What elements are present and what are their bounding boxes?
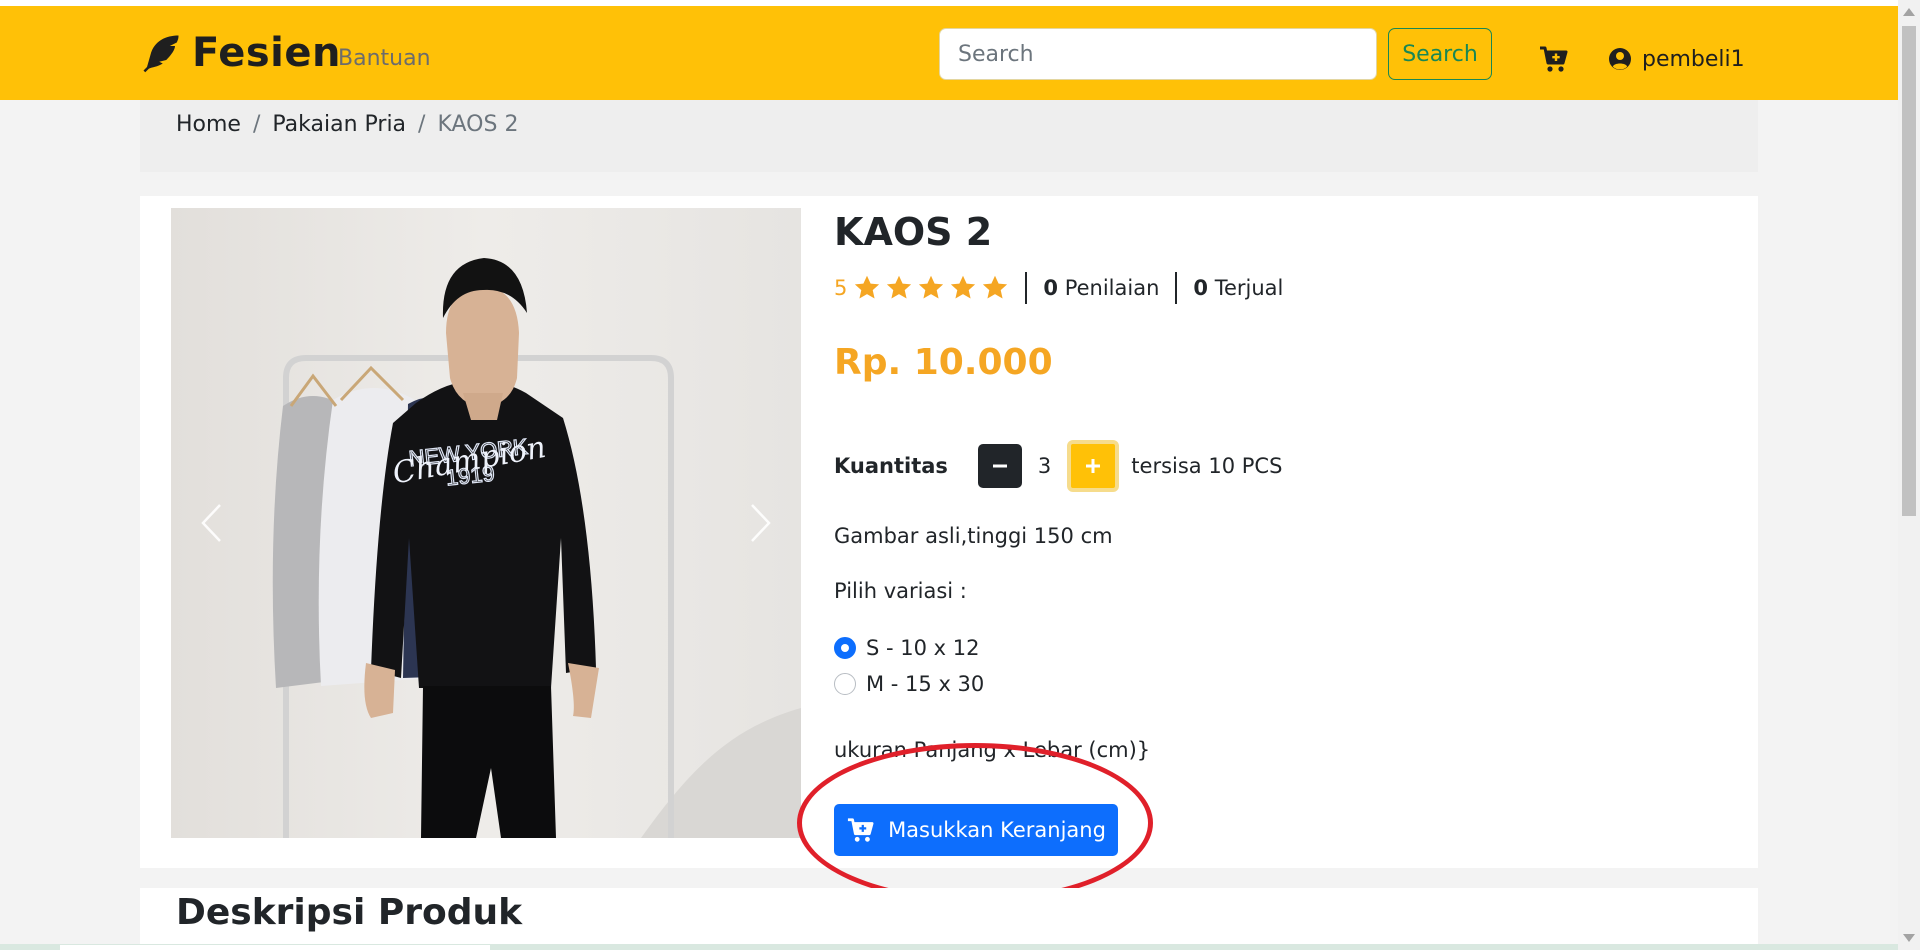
breadcrumb-separator: / <box>418 112 426 137</box>
product-card: NEW YORK 1919 Champion KAOS 2 5 0 Penila… <box>140 196 1758 868</box>
divider <box>1025 272 1028 304</box>
breadcrumb-category[interactable]: Pakaian Pria <box>272 112 406 137</box>
breadcrumb: Home / Pakaian Pria / KAOS 2 <box>176 112 518 137</box>
search-button[interactable]: Search <box>1388 28 1492 80</box>
navbar: Fesien Bantuan Search pembeli1 <box>0 6 1898 100</box>
star-icon <box>983 275 1008 299</box>
user-menu[interactable]: pembeli1 <box>1608 42 1745 76</box>
variant-option-m[interactable]: M - 15 x 30 <box>834 666 984 702</box>
scrollbar-thumb[interactable] <box>1902 26 1916 516</box>
help-link[interactable]: Bantuan <box>338 46 431 71</box>
variant-label: Pilih variasi : <box>834 579 967 603</box>
reviews-label: Penilaian <box>1064 276 1160 300</box>
breadcrumb-separator: / <box>252 112 261 137</box>
star-icon <box>951 275 976 299</box>
description-card: Deskripsi Produk <box>140 888 1758 950</box>
quantity-increase-button[interactable] <box>1067 440 1120 492</box>
breadcrumb-current: KAOS 2 <box>437 112 519 137</box>
variant-label-m: M - 15 x 30 <box>866 672 985 696</box>
chevron-right-icon <box>751 504 771 542</box>
rating-value: 5 <box>834 276 848 300</box>
product-image-carousel: NEW YORK 1919 Champion <box>171 208 801 838</box>
star-icon <box>919 275 944 299</box>
cart-plus-icon <box>847 818 874 842</box>
star-icon <box>887 275 912 299</box>
quantity-stepper: Kuantitas 3 tersisa 10 PCS <box>834 440 1282 492</box>
bottom-edge-segment <box>60 945 490 950</box>
product-info: KAOS 2 5 0 Penilaian 0 Terjual Rp. 10.00… <box>834 196 1734 868</box>
breadcrumb-home[interactable]: Home <box>176 112 241 137</box>
carousel-prev-button[interactable] <box>191 493 231 553</box>
stock-remaining: tersisa 10 PCS <box>1131 454 1283 478</box>
rating-row: 5 0 Penilaian 0 Terjual <box>834 268 1283 308</box>
quantity-value: 3 <box>1037 454 1052 478</box>
short-description: Gambar asli,tinggi 150 cm <box>834 524 1113 548</box>
sold-label: Terjual <box>1214 276 1284 300</box>
product-photo: NEW YORK 1919 Champion <box>171 208 801 838</box>
star-icon <box>855 275 880 299</box>
variant-radio-m[interactable] <box>834 673 856 695</box>
size-note: ukuran Panjang x Lebar (cm)} <box>834 738 1151 762</box>
reviews-number: 0 <box>1043 276 1058 300</box>
chevron-left-icon <box>201 504 221 542</box>
variant-options: S - 10 x 12 M - 15 x 30 <box>834 630 984 702</box>
product-price: Rp. 10.000 <box>834 342 1053 383</box>
add-to-cart-label: Masukkan Keranjang <box>888 818 1106 842</box>
scroll-up-arrow[interactable] <box>1903 8 1915 16</box>
minus-icon <box>992 464 1007 468</box>
product-title: KAOS 2 <box>834 210 993 254</box>
add-to-cart-button[interactable]: Masukkan Keranjang <box>834 804 1118 856</box>
brand-link[interactable]: Fesien <box>140 28 341 78</box>
brand-name: Fesien <box>192 30 341 76</box>
divider <box>1175 272 1178 304</box>
username: pembeli1 <box>1642 46 1745 72</box>
description-title: Deskripsi Produk <box>176 892 523 933</box>
variant-option-s[interactable]: S - 10 x 12 <box>834 630 984 666</box>
variant-radio-s[interactable] <box>834 637 856 659</box>
cart-link[interactable] <box>1538 44 1568 74</box>
variant-label-s: S - 10 x 12 <box>866 636 980 660</box>
plus-icon <box>1086 459 1101 473</box>
user-circle-icon <box>1609 48 1631 70</box>
sold-number: 0 <box>1193 276 1209 300</box>
sold-count: 0 Terjual <box>1193 276 1283 300</box>
breadcrumb-container: Home / Pakaian Pria / KAOS 2 <box>140 100 1758 172</box>
star-rating <box>853 274 1009 302</box>
cart-plus-icon <box>1540 46 1568 72</box>
quantity-decrease-button[interactable] <box>977 444 1022 488</box>
reviews-count: 0 Penilaian <box>1043 276 1159 300</box>
search-input[interactable] <box>939 28 1377 80</box>
feather-icon <box>143 35 179 73</box>
scroll-down-arrow[interactable] <box>1903 934 1915 942</box>
carousel-next-button[interactable] <box>741 493 781 553</box>
quantity-label: Kuantitas <box>834 454 948 478</box>
